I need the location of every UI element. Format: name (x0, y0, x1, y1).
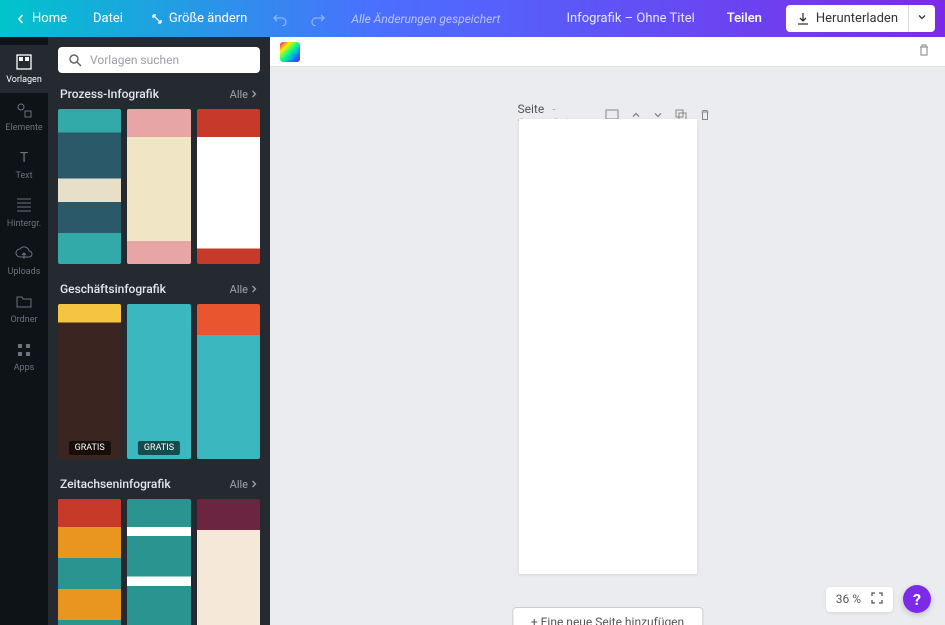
redo-icon (311, 12, 325, 26)
color-picker-button[interactable] (280, 42, 300, 62)
rail-apps-label: Apps (14, 363, 35, 373)
template-thumbnail[interactable] (58, 499, 121, 625)
canvas-toolbar (270, 37, 945, 67)
search-icon (68, 53, 82, 67)
category-header-process: Prozess-Infografik Alle (58, 87, 260, 101)
free-badge: GRATIS (69, 441, 111, 455)
download-button[interactable]: Herunterladen (786, 5, 909, 32)
redo-button[interactable] (305, 8, 331, 30)
search-input[interactable] (90, 53, 250, 67)
home-button[interactable]: Home (10, 7, 73, 30)
rail-uploads[interactable]: Uploads (0, 237, 48, 285)
trash-icon (699, 109, 711, 121)
main-area: Vorlagen Elemente T Text Hintergr. Uploa… (0, 37, 945, 625)
header-left: Home Datei Größe ändern Alle Änderungen … (10, 7, 500, 30)
template-thumbnail[interactable]: GRATIS (127, 304, 190, 459)
canvas-page[interactable] (519, 119, 697, 574)
help-button[interactable]: ? (903, 585, 931, 613)
templates-icon (15, 53, 33, 71)
download-label: Herunterladen (816, 11, 898, 26)
home-label: Home (32, 11, 67, 26)
folder-icon (15, 293, 33, 311)
rail-elements[interactable]: Elemente (0, 93, 48, 141)
rail-text[interactable]: T Text (0, 141, 48, 189)
template-thumbnail[interactable]: GRATIS (58, 304, 121, 459)
toolbar-right (913, 42, 935, 61)
bottom-controls: 36 % ? (826, 585, 931, 613)
rail-folder[interactable]: Ordner (0, 285, 48, 333)
templates-panel: Prozess-Infografik Alle Geschäftsinfogra… (48, 37, 270, 625)
zoom-control: 36 % (826, 587, 893, 612)
category-header-timeline: Zeitachseninfografik Alle (58, 477, 260, 491)
delete-button[interactable] (913, 38, 935, 65)
rail-elements-label: Elemente (5, 123, 42, 133)
uploads-icon (15, 245, 33, 263)
download-icon (796, 12, 810, 26)
left-rail: Vorlagen Elemente T Text Hintergr. Uploa… (0, 37, 48, 625)
fullscreen-button[interactable] (871, 592, 883, 607)
background-icon (15, 197, 33, 215)
rail-text-label: Text (15, 171, 32, 181)
template-thumbnail[interactable] (127, 499, 190, 625)
rail-uploads-label: Uploads (8, 267, 41, 277)
undo-icon (273, 12, 287, 26)
canvas-viewport[interactable]: Seite 1 - Seiten... + Eine neue Seite hi… (270, 67, 945, 625)
category-title: Zeitachseninfografik (60, 477, 171, 491)
chevron-left-icon (16, 14, 26, 24)
template-row: GRATIS GRATIS (58, 304, 260, 459)
trash-icon (917, 43, 931, 57)
chevron-right-icon (250, 480, 258, 488)
template-row (58, 109, 260, 264)
download-dropdown[interactable] (909, 5, 935, 32)
add-page-button[interactable]: + Eine neue Seite hinzufügen (512, 607, 703, 625)
resize-button[interactable]: Größe ändern (143, 7, 255, 30)
elements-icon (15, 101, 33, 119)
delete-page-button[interactable] (697, 107, 713, 126)
fullscreen-icon (871, 592, 883, 604)
chevron-right-icon (250, 285, 258, 293)
download-button-group: Herunterladen (786, 5, 935, 32)
rail-background-label: Hintergr. (7, 219, 41, 229)
resize-icon (151, 13, 163, 25)
app-header: Home Datei Größe ändern Alle Änderungen … (0, 0, 945, 37)
text-icon: T (15, 149, 33, 167)
template-row (58, 499, 260, 625)
chevron-down-icon (917, 12, 927, 22)
chevron-right-icon (250, 90, 258, 98)
free-badge: GRATIS (138, 441, 180, 455)
svg-text:T: T (20, 150, 29, 166)
template-thumbnail[interactable] (197, 109, 260, 264)
template-thumbnail[interactable] (197, 304, 260, 459)
resize-label: Größe ändern (169, 11, 247, 26)
zoom-value[interactable]: 36 % (836, 592, 861, 606)
template-thumbnail[interactable] (197, 499, 260, 625)
apps-icon (15, 341, 33, 359)
rail-background[interactable]: Hintergr. (0, 189, 48, 237)
rail-templates[interactable]: Vorlagen (0, 45, 48, 93)
save-status: Alle Änderungen gespeichert (351, 12, 500, 26)
template-thumbnail[interactable] (58, 109, 121, 264)
category-all-link[interactable]: Alle (230, 88, 258, 101)
template-thumbnail[interactable] (127, 109, 190, 264)
category-header-business: Geschäftsinfografik Alle (58, 282, 260, 296)
undo-button[interactable] (267, 8, 293, 30)
category-all-link[interactable]: Alle (230, 478, 258, 491)
rail-templates-label: Vorlagen (6, 75, 42, 85)
rail-folder-label: Ordner (10, 315, 37, 325)
search-box (58, 47, 260, 73)
header-right: Infografik – Ohne Titel Teilen Herunterl… (566, 5, 935, 32)
share-button[interactable]: Teilen (715, 5, 774, 32)
category-title: Geschäftsinfografik (60, 282, 166, 296)
file-menu[interactable]: Datei (85, 7, 131, 30)
category-all-link[interactable]: Alle (230, 283, 258, 296)
document-title[interactable]: Infografik – Ohne Titel (566, 11, 694, 26)
rail-apps[interactable]: Apps (0, 333, 48, 381)
canvas-area: Seite 1 - Seiten... + Eine neue Seite hi… (270, 37, 945, 625)
category-title: Prozess-Infografik (60, 87, 159, 101)
